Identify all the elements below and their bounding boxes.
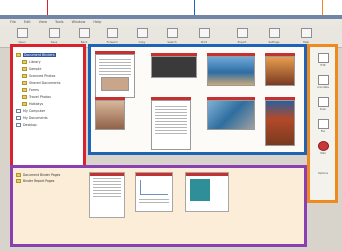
desktop-icon (16, 122, 21, 127)
mail-tool-button[interactable]: Mail (316, 141, 330, 155)
menu-view[interactable]: View (39, 20, 47, 24)
print-icon (198, 28, 210, 38)
edit-tool-button[interactable]: Edit (316, 53, 330, 67)
folder-icon (22, 66, 27, 71)
options-icon: Options (317, 172, 328, 175)
export-icon (236, 28, 248, 38)
tree-item-my-documents[interactable]: My Documents (16, 114, 80, 121)
page-logo-graphic (190, 179, 210, 201)
copy-icon (136, 28, 148, 38)
photo-image (207, 100, 255, 130)
tree-item-document-binders[interactable]: Document Binders (16, 51, 80, 58)
pencil-icon (317, 53, 329, 63)
help-icon (300, 28, 312, 38)
folder-icon (16, 173, 21, 177)
photo-image (265, 56, 295, 86)
photo-image (95, 100, 125, 130)
tree-item-sample[interactable]: Sample (16, 65, 80, 72)
folder-icon (22, 73, 27, 78)
page-photo (101, 77, 129, 91)
thumbnail-photo-paris[interactable] (151, 53, 197, 78)
photo-image (265, 100, 295, 146)
binder-panel: Document Binder Pages Binder Report Page… (10, 165, 307, 247)
folder-icon (16, 28, 28, 38)
fax-icon (317, 119, 329, 129)
tools-panel: Edit Annotate Scan Fax Mail Options (307, 44, 338, 203)
photo-image (151, 56, 197, 78)
menu-window[interactable]: Window (72, 20, 86, 24)
options-tool-button[interactable]: Options (316, 171, 330, 175)
thumbnail-photo-table[interactable] (95, 97, 125, 130)
tree-item-library[interactable]: Library (16, 58, 80, 65)
binder-item-2[interactable]: Binder Report Pages (16, 178, 80, 184)
document-page (95, 54, 135, 98)
binder-page-3[interactable] (185, 172, 229, 212)
binder-page-1[interactable] (89, 172, 125, 218)
scan-tool-button[interactable]: Scan (316, 97, 330, 111)
document-page (151, 100, 191, 150)
annotate-tool-button[interactable]: Annotate (316, 75, 330, 89)
scanner-icon (317, 97, 329, 107)
tree-item-scanned-photos[interactable]: Scanned Photos (16, 72, 80, 79)
page-titlebar (186, 173, 228, 176)
tree-item-travel-photos[interactable]: Travel Photos (16, 93, 80, 100)
gear-icon (268, 28, 280, 38)
forward-arrow-icon (106, 28, 118, 38)
fax-tool-button[interactable]: Fax (316, 119, 330, 133)
tree-item-my-computer[interactable]: My Computer (16, 107, 80, 114)
thumbnail-document-2[interactable] (151, 97, 191, 150)
folder-icon (22, 59, 27, 64)
thumbnail-photo-canyon[interactable] (265, 97, 295, 146)
page-chart-graphic (140, 180, 168, 195)
folder-icon (22, 101, 27, 106)
tree-item-desktop[interactable]: Desktop (16, 121, 80, 128)
mail-icon (317, 141, 329, 151)
image-view-panel (88, 44, 307, 155)
thumbnail-photo-coast[interactable] (207, 53, 255, 86)
back-arrow-icon (78, 28, 90, 38)
computer-icon (16, 108, 21, 113)
folder-tree-panel: Document Binders Library Sample Scanned … (10, 44, 86, 184)
thumbnail-document-1[interactable] (95, 51, 135, 98)
folder-icon (22, 80, 27, 85)
tree-item-shared-documents[interactable]: Shared Documents (16, 79, 80, 86)
annotate-icon (317, 75, 329, 85)
menu-edit[interactable]: Edit (24, 20, 31, 24)
document-icon (16, 115, 21, 120)
folder-icon (16, 179, 21, 183)
photo-image (207, 56, 255, 86)
thumbnail-photo-aerial[interactable] (207, 97, 255, 130)
thumbnail-photo-sunset[interactable] (265, 53, 295, 86)
page-titlebar (90, 173, 124, 176)
search-icon (166, 28, 178, 38)
folder-icon (22, 94, 27, 99)
binder-page-2[interactable] (135, 172, 173, 212)
tree-item-holidays[interactable]: Holidays (16, 100, 80, 107)
menu-help[interactable]: Help (93, 20, 101, 24)
folder-icon (16, 52, 21, 57)
menu-tools[interactable]: Tools (55, 20, 64, 24)
page-titlebar (136, 173, 172, 176)
tree-item-forms[interactable]: Forms (16, 86, 80, 93)
folder-icon (22, 87, 27, 92)
binder-list: Document Binder Pages Binder Report Page… (13, 168, 83, 244)
menu-file[interactable]: File (10, 20, 16, 24)
save-icon (48, 28, 60, 38)
